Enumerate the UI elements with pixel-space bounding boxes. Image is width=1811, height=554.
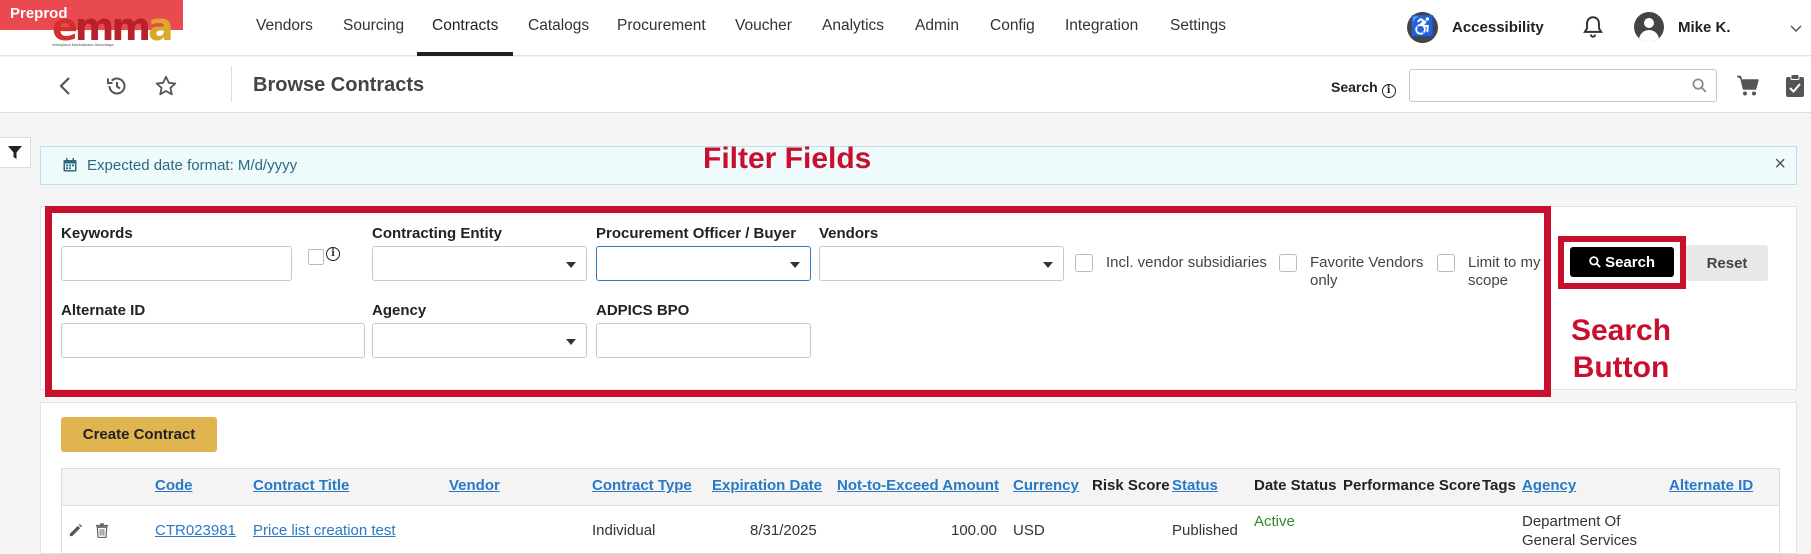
avatar[interactable]: [1634, 12, 1664, 42]
emma-logo[interactable]: emma eMaryland Marketplace Advantage: [52, 8, 174, 47]
chevron-down-icon[interactable]: [1790, 22, 1802, 34]
row-agency-line2: General Services: [1522, 532, 1638, 549]
bell-icon[interactable]: [1580, 14, 1606, 40]
column-header-risk-score: Risk Score: [1092, 477, 1170, 494]
clipboard-check-icon[interactable]: [1785, 74, 1805, 98]
search-icon: [1589, 255, 1601, 268]
create-contract-button[interactable]: Create Contract: [61, 417, 217, 452]
annotation-highlight-filter-fields: [45, 206, 1551, 397]
row-code-link[interactable]: CTR023981: [155, 522, 236, 539]
cart-icon[interactable]: [1736, 75, 1760, 97]
filter-icon: [8, 146, 22, 159]
reset-button[interactable]: Reset: [1686, 245, 1768, 281]
column-header-agency[interactable]: Agency: [1522, 477, 1576, 494]
logo-letter-a: a: [147, 5, 174, 49]
nav-admin[interactable]: Admin: [915, 17, 959, 35]
nav-settings[interactable]: Settings: [1170, 17, 1226, 35]
nav-config[interactable]: Config: [990, 17, 1035, 35]
search-icon[interactable]: [1692, 78, 1707, 93]
nav-catalogs[interactable]: Catalogs: [528, 17, 589, 35]
column-header-expiration-date[interactable]: Expiration Date: [712, 477, 822, 494]
global-search-label: Search i: [1331, 79, 1396, 98]
annotation-search-button: Search Button: [1566, 312, 1676, 386]
column-header-performance-score: Performance Score: [1343, 477, 1481, 494]
row-currency: USD: [1013, 522, 1045, 539]
search-button-label: Search: [1605, 253, 1656, 271]
active-nav-indicator: [417, 52, 513, 56]
column-header-status[interactable]: Status: [1172, 477, 1218, 494]
banner-text: Expected date format: M/d/yyyy: [87, 157, 298, 174]
column-header-contract-type[interactable]: Contract Type: [592, 477, 692, 494]
info-icon[interactable]: i: [1381, 84, 1396, 98]
annotation-search-button-line1: Search: [1570, 314, 1672, 347]
global-search-input[interactable]: [1410, 70, 1680, 100]
row-agency-line1: Department Of: [1522, 513, 1621, 530]
column-header-alternate-id[interactable]: Alternate ID: [1669, 477, 1753, 494]
column-header-code[interactable]: Code: [155, 477, 193, 494]
nav-sourcing[interactable]: Sourcing: [343, 17, 404, 35]
column-header-date-status: Date Status: [1254, 477, 1337, 494]
edit-icon[interactable]: [68, 523, 83, 538]
search-button[interactable]: Search: [1570, 247, 1674, 277]
column-header-currency[interactable]: Currency: [1013, 477, 1079, 494]
column-header-contract-title[interactable]: Contract Title: [253, 477, 349, 494]
back-icon[interactable]: [54, 74, 78, 98]
history-icon[interactable]: [105, 74, 129, 98]
nav-analytics[interactable]: Analytics: [822, 17, 884, 35]
accessibility-label[interactable]: Accessibility: [1452, 19, 1544, 36]
global-search-field[interactable]: [1409, 69, 1717, 102]
annotation-filter-fields: Filter Fields: [703, 142, 872, 175]
row-date-status: Active: [1254, 513, 1295, 530]
row-expiration-date: 8/31/2025: [750, 522, 817, 539]
nav-contracts[interactable]: Contracts: [432, 17, 498, 35]
filter-toggle-button[interactable]: [0, 137, 31, 168]
column-header-not-to-exceed-amount[interactable]: Not-to-Exceed Amount: [837, 477, 999, 494]
row-status: Published: [1172, 522, 1238, 539]
column-header-vendor[interactable]: Vendor: [449, 477, 500, 494]
nav-procurement[interactable]: Procurement: [617, 17, 706, 35]
page-title: Browse Contracts: [253, 74, 425, 96]
trash-icon[interactable]: [95, 523, 109, 538]
date-format-banner: Expected date format: M/d/yyyy ×: [40, 146, 1797, 185]
row-amount: 100.00: [951, 522, 997, 539]
toolbar-divider: [231, 66, 232, 102]
annotation-search-button-line2: Button: [1572, 351, 1670, 384]
accessibility-icon[interactable]: ♿: [1407, 12, 1438, 43]
row-contract-type: Individual: [592, 522, 656, 539]
column-header-tags: Tags: [1482, 477, 1516, 494]
close-icon[interactable]: ×: [1774, 153, 1786, 176]
global-search-label-text: Search: [1331, 79, 1378, 95]
calendar-icon: [63, 158, 77, 172]
nav-integration[interactable]: Integration: [1065, 17, 1138, 35]
user-name[interactable]: Mike K.: [1678, 19, 1731, 36]
nav-voucher[interactable]: Voucher: [735, 17, 792, 35]
row-title-link[interactable]: Price list creation test: [253, 522, 396, 539]
star-icon[interactable]: [154, 74, 178, 98]
nav-vendors[interactable]: Vendors: [256, 17, 313, 35]
